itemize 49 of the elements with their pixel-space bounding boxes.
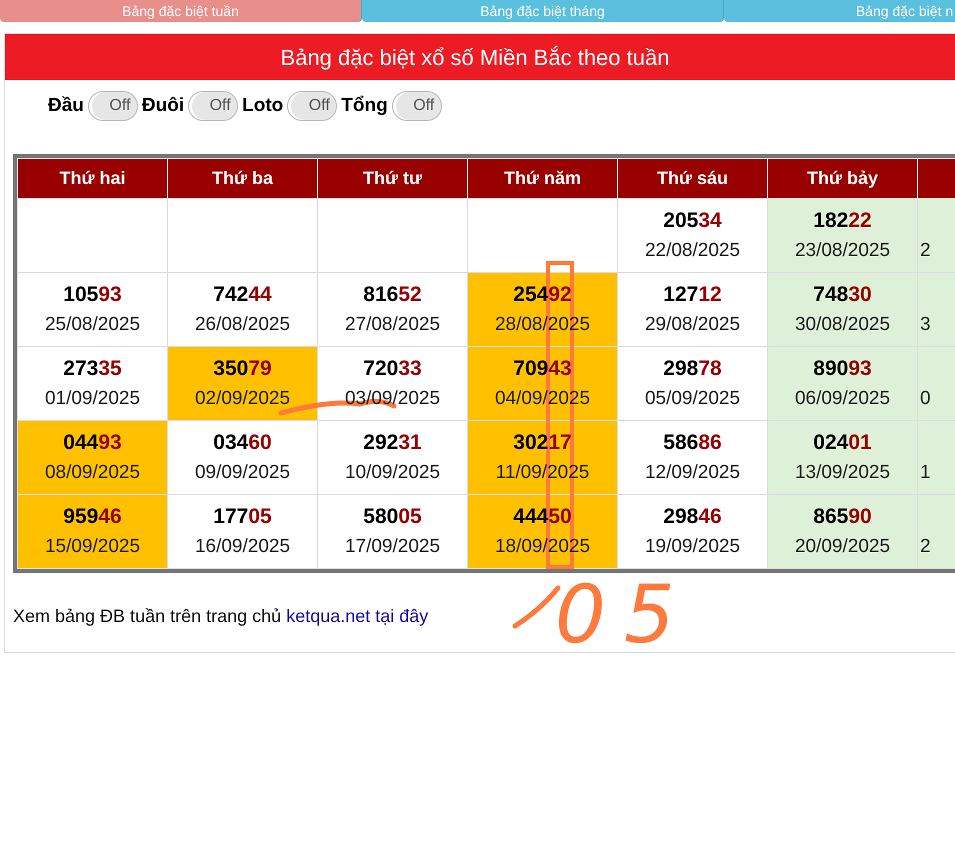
toggle-switch[interactable]: Off bbox=[287, 91, 338, 121]
table-cell: 58005 17/09/2025 bbox=[318, 494, 468, 568]
column-header: Thứ bảy bbox=[768, 158, 918, 198]
table-cell: 18222 23/08/2025 bbox=[768, 198, 918, 272]
table-cell: 81652 27/08/2025 bbox=[318, 272, 468, 346]
table-cell: 58686 12/09/2025 bbox=[618, 420, 768, 494]
column-header: Thứ tư bbox=[318, 158, 468, 198]
table-cell: 74830 30/08/2025 bbox=[768, 272, 918, 346]
table-cell: 25492 28/08/2025 bbox=[468, 272, 618, 346]
table-cell: 1 bbox=[918, 420, 955, 494]
toggle-switch[interactable]: Off bbox=[188, 91, 238, 121]
table-cell: 74244 26/08/2025 bbox=[168, 272, 318, 346]
table-cell: 3 bbox=[918, 272, 955, 346]
table-cell: 30217 11/09/2025 bbox=[468, 420, 618, 494]
table-cell: 0 bbox=[918, 346, 955, 420]
toggle-switch[interactable]: Off bbox=[392, 91, 442, 121]
column-header: Thứ ba bbox=[168, 158, 318, 198]
table-cell: 72033 03/09/2025 bbox=[318, 346, 468, 420]
toggle-switch[interactable]: Off bbox=[88, 91, 138, 121]
column-header: Thứ sáu bbox=[618, 158, 768, 198]
toggle-label: Loto bbox=[242, 94, 284, 118]
table-cell: 89093 06/09/2025 bbox=[768, 346, 918, 420]
table-cell: 70943 04/09/2025 bbox=[468, 346, 618, 420]
toggle-label: Tổng bbox=[341, 94, 388, 118]
table-cell: 10593 25/08/2025 bbox=[18, 272, 168, 346]
table-cell: 03460 09/09/2025 bbox=[168, 420, 318, 494]
footer-text: Xem bảng ĐB tuần trên trang chủ bbox=[13, 606, 282, 626]
table-cell: 20534 22/08/2025 bbox=[618, 198, 768, 272]
table-cell: 02401 13/09/2025 bbox=[768, 420, 918, 494]
homepage-link[interactable]: ketqua.net tại đây bbox=[286, 606, 428, 626]
handwritten-note: 05 bbox=[555, 575, 693, 655]
table-cell: 17705 16/09/2025 bbox=[168, 494, 318, 568]
table-cell: 27335 01/09/2025 bbox=[18, 346, 168, 420]
table-cell: 29231 10/09/2025 bbox=[318, 420, 468, 494]
toggle-label: Đầu bbox=[48, 94, 84, 118]
table-cell: 29846 19/09/2025 bbox=[618, 494, 768, 568]
column-header: Thứ năm bbox=[468, 158, 618, 198]
table-cell: 95946 15/09/2025 bbox=[18, 494, 168, 568]
table-cell: 86590 20/09/2025 bbox=[768, 494, 918, 568]
table-cell: 12712 29/08/2025 bbox=[618, 272, 768, 346]
toggle-label: Đuôi bbox=[142, 94, 184, 118]
table-cell: 04493 08/09/2025 bbox=[18, 420, 168, 494]
column-header: Thứ hai bbox=[18, 158, 168, 198]
table-cell: 2 bbox=[918, 494, 955, 568]
table-cell: 29878 05/09/2025 bbox=[618, 346, 768, 420]
table-cell: 2 bbox=[918, 198, 955, 272]
table-title: Bảng đặc biệt xổ số Miền Bắc theo tuần bbox=[5, 34, 955, 80]
table-cell: 44450 18/09/2025 bbox=[468, 494, 618, 568]
table-cell: 35079 02/09/2025 bbox=[168, 346, 318, 420]
